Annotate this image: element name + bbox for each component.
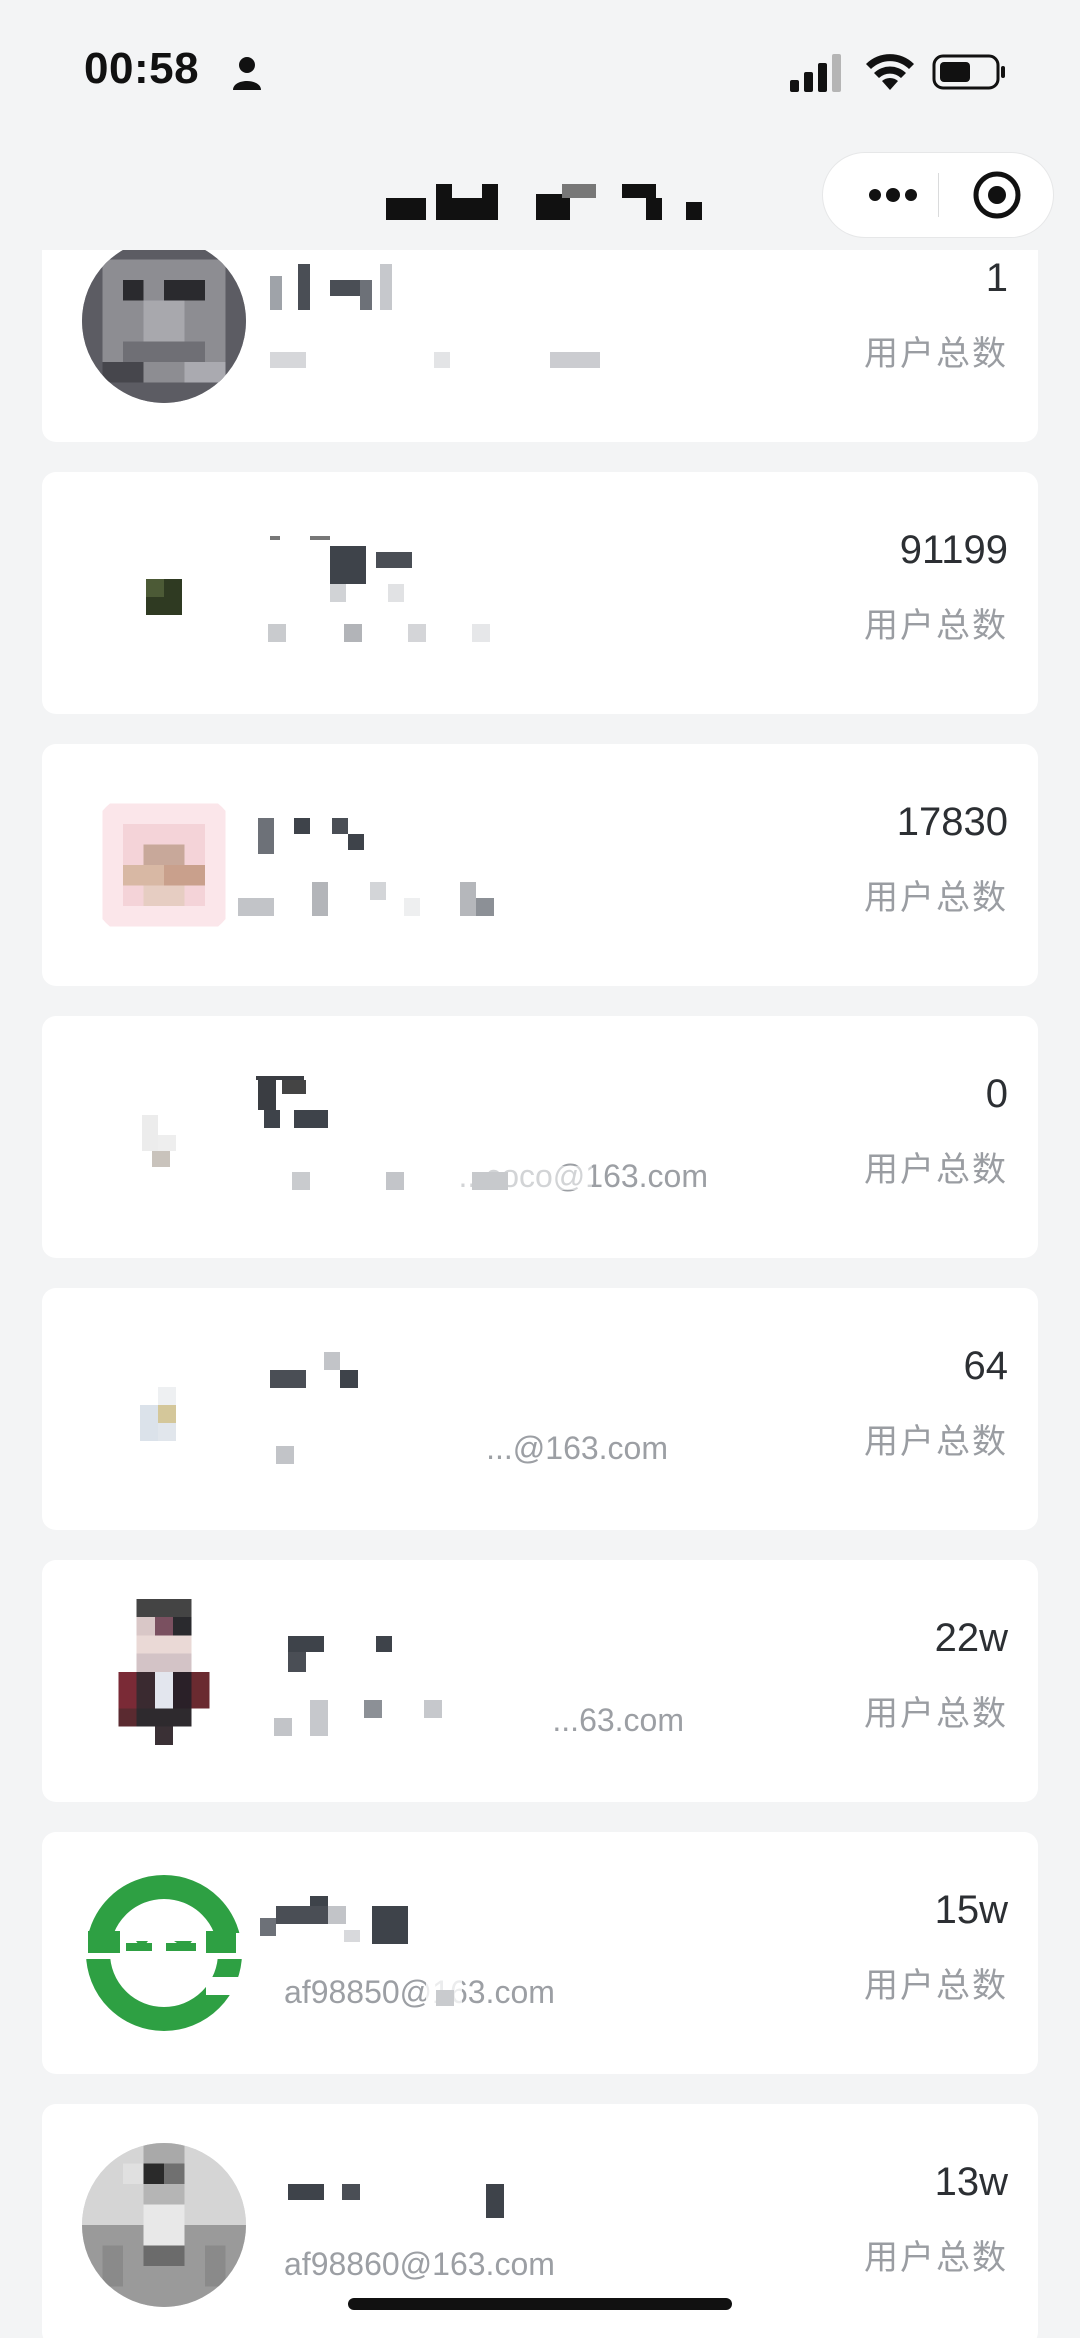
avatar xyxy=(82,250,246,403)
account-email xyxy=(238,882,662,928)
user-count: 22w xyxy=(934,1616,1008,1660)
email-mosaic xyxy=(282,1154,662,1200)
user-count: 15w xyxy=(934,1888,1008,1932)
avatar xyxy=(82,1327,246,1491)
email-text: af98860@163.com xyxy=(284,2246,555,2282)
user-count: 1 xyxy=(985,256,1008,300)
account-list: 1 用户总数 91199 用户总数 17830 用户总数 0 用户总数 ...@… xyxy=(42,250,1038,2338)
avatar xyxy=(82,1599,246,1763)
avatar xyxy=(82,1055,246,1219)
email-mosaic xyxy=(268,610,662,656)
email-mosaic xyxy=(284,1970,664,2016)
status-bar: 00:58 xyxy=(0,0,1080,140)
page-title xyxy=(386,184,706,220)
email-mosaic xyxy=(270,338,662,384)
user-count-label: 用户总数 xyxy=(864,1151,1008,1189)
account-name xyxy=(270,1352,570,1402)
list-item[interactable]: 1 用户总数 xyxy=(42,250,1038,442)
list-item[interactable]: 17830 用户总数 xyxy=(42,744,1038,986)
user-count-label: 用户总数 xyxy=(864,879,1008,917)
avatar xyxy=(82,1871,246,2035)
account-email xyxy=(270,338,662,384)
account-name xyxy=(260,1896,570,1946)
user-count: 0 xyxy=(985,1072,1008,1116)
user-count: 91199 xyxy=(899,528,1008,572)
user-count: 17830 xyxy=(896,800,1008,844)
cellular-signal-icon xyxy=(790,54,841,92)
account-email: ...coco@163.com xyxy=(282,1154,708,1200)
user-count-label: 用户总数 xyxy=(864,1695,1008,1733)
user-count-label: 用户总数 xyxy=(864,1967,1008,2005)
capsule-divider xyxy=(938,173,939,217)
nav-bar xyxy=(0,140,1080,250)
account-name xyxy=(270,1624,570,1674)
avatar xyxy=(82,783,246,947)
account-email: af98860@163.com xyxy=(284,2242,664,2288)
more-dots-icon[interactable] xyxy=(865,177,921,213)
status-time: 00:58 xyxy=(84,44,200,93)
list-item[interactable]: ...@163.com 64 用户总数 xyxy=(42,1288,1038,1530)
list-item[interactable]: 91199 用户总数 xyxy=(42,472,1038,714)
user-count: 13w xyxy=(934,2160,1008,2204)
user-count-label: 用户总数 xyxy=(864,1423,1008,1461)
list-item[interactable]: ...coco@163.com 0 用户总数 xyxy=(42,1016,1038,1258)
account-name xyxy=(270,536,570,602)
account-email: ...63.com xyxy=(274,1698,684,1744)
list-item[interactable]: af98850@163.com 15w 用户总数 xyxy=(42,1832,1038,2074)
account-name xyxy=(270,2168,570,2218)
mini-program-capsule xyxy=(822,152,1054,238)
close-target-icon[interactable] xyxy=(971,169,1023,221)
user-count: 64 xyxy=(963,1344,1009,1388)
account-name xyxy=(256,1076,570,1130)
account-email: af98850@163.com xyxy=(284,1970,664,2016)
email-mosaic xyxy=(238,882,662,928)
user-count-label: 用户总数 xyxy=(864,2239,1008,2277)
list-item[interactable]: ...63.com 22w 用户总数 xyxy=(42,1560,1038,1802)
avatar xyxy=(82,511,246,675)
account-email xyxy=(268,610,662,656)
avatar xyxy=(82,2143,246,2307)
account-email: ...@163.com xyxy=(276,1426,668,1472)
wifi-icon xyxy=(866,54,914,90)
account-name xyxy=(270,264,570,314)
user-count-label: 用户总数 xyxy=(864,607,1008,645)
user-count-label: 用户总数 xyxy=(864,335,1008,373)
email-mosaic xyxy=(276,1426,662,1472)
account-name xyxy=(258,808,570,858)
email-mosaic xyxy=(274,1698,662,1744)
person-icon xyxy=(233,57,261,90)
home-indicator[interactable] xyxy=(348,2298,732,2310)
battery-icon xyxy=(932,54,1005,90)
